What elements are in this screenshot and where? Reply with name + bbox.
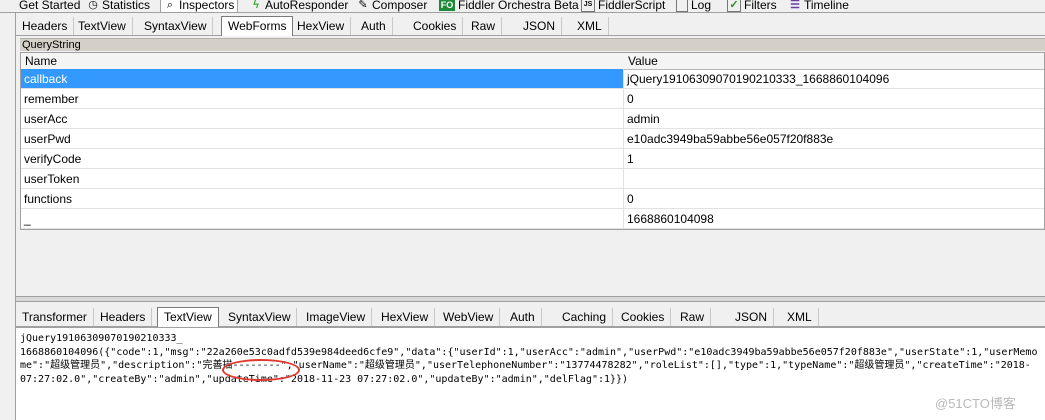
fo-icon: FO (439, 0, 455, 11)
resp-tab-caching[interactable]: Caching (556, 308, 614, 326)
req-tab-syntaxview[interactable]: SyntaxView (138, 17, 214, 35)
tab-label: Inspectors (179, 0, 235, 12)
magnifier-icon: ⌕ (166, 0, 174, 11)
param-name: userAcc (21, 109, 624, 129)
empty-area (20, 230, 1045, 296)
req-tab-webforms[interactable]: WebForms (221, 16, 294, 36)
response-tab-row: Transformer Headers TextView SyntaxView … (16, 305, 1045, 327)
resp-tab-textview[interactable]: TextView (157, 307, 219, 327)
resp-tab-raw[interactable]: Raw (674, 308, 712, 326)
request-tab-row: Headers TextView SyntaxView WebForms Hex… (16, 14, 1045, 36)
resp-tab-transformer[interactable]: Transformer (16, 308, 94, 326)
table-row[interactable]: userPwd e10adc3949ba59abbe56e057f20f883e (21, 129, 1044, 149)
param-name: _ (21, 209, 624, 229)
tab-label: Composer (372, 0, 428, 12)
resp-tab-webview[interactable]: WebView (437, 308, 501, 326)
table-row[interactable]: _ 1668860104098 (21, 209, 1044, 229)
req-tab-json[interactable]: JSON (517, 17, 563, 35)
log-icon (676, 0, 688, 12)
left-gutter (0, 13, 16, 420)
tab-label: Log (691, 0, 712, 12)
resp-tab-xml[interactable]: XML (781, 308, 819, 326)
param-value: 1668860104098 (624, 209, 1044, 229)
response-line: jQuery19106309070190210333_ (20, 333, 183, 344)
table-row[interactable]: remember 0 (21, 89, 1044, 109)
panel-splitter[interactable] (16, 296, 1045, 302)
param-value: e10adc3949ba59abbe56e057f20f883e (624, 129, 1044, 149)
tab-autoresponder[interactable]: ϟ AutoResponder (247, 0, 351, 12)
param-value: jQuery19106309070190210333_1668860104096 (624, 69, 1044, 89)
tab-label: Timeline (804, 0, 849, 12)
tab-label: Statistics (102, 0, 151, 12)
param-name: remember (21, 89, 624, 109)
checkbox-icon: ✓ (727, 0, 741, 12)
tab-get-started[interactable]: Get Started (16, 0, 83, 12)
tab-label: Filters (744, 0, 777, 12)
param-value: 1 (624, 149, 1044, 169)
req-tab-raw[interactable]: Raw (465, 17, 503, 35)
resp-tab-json[interactable]: JSON (729, 308, 775, 326)
table-row[interactable]: functions 0 (21, 189, 1044, 209)
column-header-name[interactable]: Name (21, 53, 629, 70)
resp-tab-syntaxview[interactable]: SyntaxView (222, 308, 298, 326)
watermark: @51CTO博客 (935, 396, 1016, 411)
js-icon: JS (581, 0, 595, 12)
tab-label: Fiddler Orchestra Beta (458, 0, 579, 12)
querystring-grid: Name Value callback jQuery19106309070190… (20, 52, 1045, 230)
table-row[interactable]: userAcc admin (21, 109, 1044, 129)
table-row[interactable]: userToken (21, 169, 1044, 189)
lightning-icon: ϟ (253, 0, 259, 11)
column-header-value[interactable]: Value (624, 53, 1044, 70)
param-name: verifyCode (21, 149, 624, 169)
resp-tab-headers[interactable]: Headers (94, 308, 153, 326)
tab-filters[interactable]: ✓ Filters (724, 0, 780, 12)
querystring-label: QueryString (20, 38, 1045, 51)
tab-label: AutoResponder (265, 0, 349, 12)
tab-label: FiddlerScript (598, 0, 666, 12)
resp-tab-auth[interactable]: Auth (504, 308, 542, 326)
tab-statistics[interactable]: ◷ Statistics (84, 0, 153, 12)
param-name: userPwd (21, 129, 624, 149)
req-tab-headers[interactable]: Headers (16, 17, 75, 35)
tab-timeline[interactable]: ☰ Timeline (786, 0, 852, 12)
param-value (624, 169, 1044, 189)
response-body: jQuery19106309070190210333_ 1668860104096… (20, 332, 1045, 386)
param-value: 0 (624, 189, 1044, 209)
response-line: 07:27:02.0","createBy":"admin","updateTi… (20, 373, 629, 385)
tab-label: Get Started (19, 0, 81, 12)
response-text-area[interactable]: jQuery19106309070190210333_ 1668860104096… (16, 327, 1045, 420)
response-line: 1668860104096({"code":1,"msg":"22a260e53… (20, 346, 1038, 358)
param-value: admin (624, 109, 1044, 129)
param-name: functions (21, 189, 624, 209)
tab-fiddler-orchestra[interactable]: FO Fiddler Orchestra Beta (436, 0, 582, 12)
req-tab-textview[interactable]: TextView (72, 17, 133, 35)
pencil-icon: ✎ (358, 0, 368, 11)
tab-fiddlerscript[interactable]: JS FiddlerScript (578, 0, 668, 12)
table-row[interactable]: verifyCode 1 (21, 149, 1044, 169)
req-tab-cookies[interactable]: Cookies (407, 17, 464, 35)
req-tab-hexview[interactable]: HexView (291, 17, 352, 35)
top-tab-strip: Get Started ◷ Statistics ⌕ Inspectors ϟ … (0, 0, 1045, 13)
resp-tab-cookies[interactable]: Cookies (615, 308, 672, 326)
tab-composer[interactable]: ✎ Composer (354, 0, 430, 12)
req-tab-auth[interactable]: Auth (355, 17, 393, 35)
tab-inspectors[interactable]: ⌕ Inspectors (160, 0, 239, 12)
timeline-icon: ☰ (790, 0, 800, 11)
resp-tab-hexview[interactable]: HexView (375, 308, 436, 326)
tab-log[interactable]: Log (673, 0, 714, 12)
resp-tab-imageview[interactable]: ImageView (300, 308, 373, 326)
param-name: callback (21, 69, 624, 89)
highlight-ellipse (222, 359, 300, 381)
timer-icon: ◷ (88, 0, 98, 11)
param-name: userToken (21, 169, 624, 189)
response-line: me":"超级管理员","description":"完善描--------",… (20, 360, 1031, 371)
table-row[interactable]: callback jQuery19106309070190210333_1668… (21, 69, 1044, 89)
req-tab-xml[interactable]: XML (571, 17, 609, 35)
param-value: 0 (624, 89, 1044, 109)
